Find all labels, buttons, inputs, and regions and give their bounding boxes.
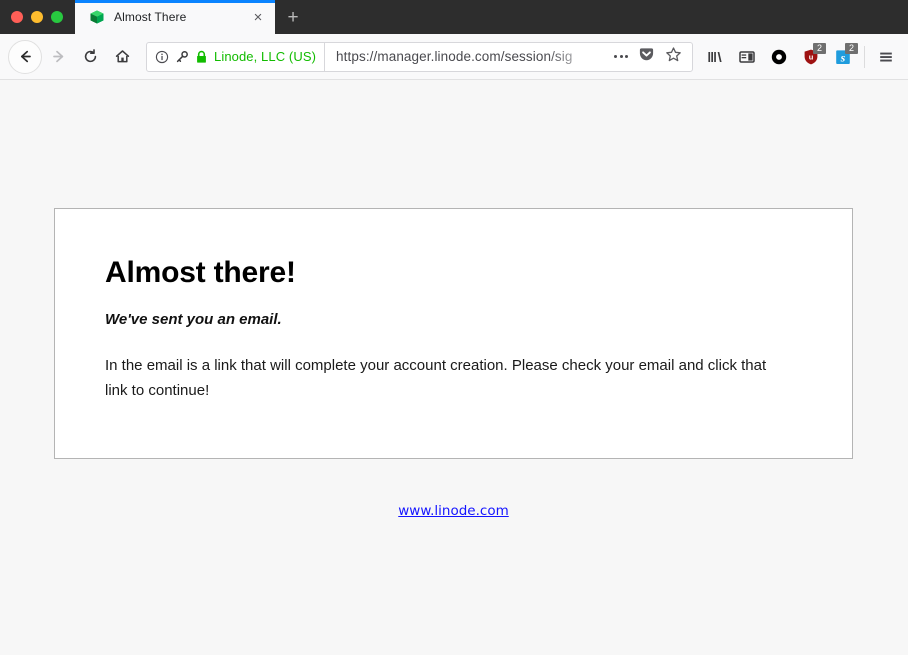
url-input[interactable]: https://manager.linode.com/session/sig: [325, 42, 610, 71]
toolbar-separator: [864, 45, 865, 68]
new-tab-button[interactable]: +: [275, 0, 311, 34]
pocket-icon[interactable]: [638, 46, 655, 68]
back-arrow-icon[interactable]: [8, 39, 42, 74]
address-bar-actions: [610, 43, 692, 71]
svg-text:s: s: [840, 52, 846, 64]
info-circle-icon[interactable]: [155, 50, 169, 64]
blue-s-extension-icon[interactable]: s 2: [827, 41, 859, 73]
window-controls: [0, 0, 75, 34]
footer: www.linode.com: [54, 502, 853, 520]
linode-website-link[interactable]: www.linode.com: [398, 503, 509, 519]
sidebar-icon[interactable]: [731, 41, 763, 73]
page-subtitle: We've sent you an email.: [105, 310, 282, 328]
blue-s-badge-count: 2: [845, 42, 858, 54]
home-icon[interactable]: [106, 41, 138, 73]
page-body-text: In the email is a link that will complet…: [105, 356, 767, 400]
site-identity-label: Linode, LLC (US): [214, 49, 317, 64]
hamburger-menu-icon[interactable]: [870, 41, 902, 73]
browser-window: Almost There × + Linode, LLC (US) https:…: [0, 0, 908, 655]
url-text: https://manager.linode.com/session/sig: [336, 49, 573, 64]
toolbar-right-icons: u 2 s 2: [699, 41, 902, 73]
ellipsis-icon[interactable]: [614, 55, 628, 58]
linode-cube-icon: [89, 9, 105, 25]
navigation-toolbar: Linode, LLC (US) https://manager.linode.…: [0, 34, 908, 80]
close-tab-button[interactable]: ×: [249, 8, 267, 26]
close-window-button[interactable]: [11, 11, 23, 23]
content-card-inner: Almost there! We've sent you an email. I…: [55, 209, 852, 404]
black-circle-extension-icon[interactable]: [763, 41, 795, 73]
key-icon[interactable]: [175, 50, 189, 64]
ublock-badge-count: 2: [813, 42, 826, 54]
padlock-icon[interactable]: [195, 50, 208, 64]
star-icon[interactable]: [665, 46, 682, 68]
tab-title: Almost There: [114, 10, 187, 24]
reload-icon[interactable]: [74, 41, 106, 73]
page-title: Almost there!: [105, 256, 296, 289]
browser-tab-active[interactable]: Almost There ×: [75, 0, 275, 34]
zoom-window-button[interactable]: [51, 11, 63, 23]
page-viewport: Almost there! We've sent you an email. I…: [0, 80, 908, 655]
minimize-window-button[interactable]: [31, 11, 43, 23]
ublock-shield-extension-icon[interactable]: u 2: [795, 41, 827, 73]
library-icon[interactable]: [699, 41, 731, 73]
tab-strip: Almost There × +: [0, 0, 908, 34]
site-identity-box[interactable]: Linode, LLC (US): [147, 42, 326, 71]
forward-arrow-icon: [42, 41, 74, 73]
content-card: Almost there! We've sent you an email. I…: [54, 208, 853, 459]
address-bar[interactable]: Linode, LLC (US) https://manager.linode.…: [146, 41, 693, 72]
